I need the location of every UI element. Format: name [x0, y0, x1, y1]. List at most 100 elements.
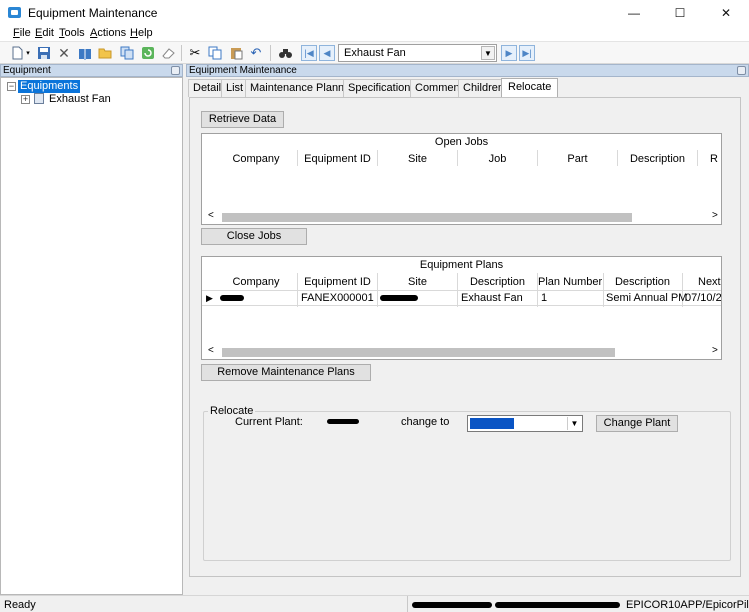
copy-clipboard-icon[interactable]: [207, 45, 223, 61]
horizontal-scrollbar[interactable]: < >: [202, 345, 721, 359]
book-icon[interactable]: [77, 45, 93, 61]
last-record-icon[interactable]: ▶|: [519, 45, 535, 61]
scroll-thumb[interactable]: [222, 213, 632, 222]
scroll-left-icon[interactable]: <: [208, 345, 214, 356]
expand-icon[interactable]: +: [21, 95, 30, 104]
current-plant-label: Current Plant:: [235, 416, 303, 428]
next-record-icon[interactable]: ▶: [501, 45, 517, 61]
chevron-down-icon[interactable]: ▼: [567, 417, 581, 430]
column-header[interactable]: Description: [604, 275, 681, 289]
scroll-right-icon[interactable]: >: [712, 210, 718, 221]
copy-icon[interactable]: [119, 45, 135, 61]
column-header[interactable]: Site: [378, 275, 457, 289]
selected-plant-value: [470, 418, 514, 429]
column-header[interactable]: Equipment ID: [298, 275, 377, 289]
tree-node-equipments[interactable]: Equipments: [18, 80, 81, 93]
pin-icon[interactable]: [737, 66, 746, 75]
record-navigator-combo[interactable]: Exhaust Fan ▼: [338, 44, 497, 62]
new-icon[interactable]: [9, 45, 25, 61]
toolbar: ▾ ✕ ✂ ↶ |◀ ◀ Exhaust Fan ▼ ▶ ▶|: [0, 42, 749, 64]
refresh-icon[interactable]: [140, 45, 156, 61]
open-jobs-title: Open Jobs: [434, 136, 489, 148]
menu-bar: File Edit Tools Actions Help: [0, 26, 749, 42]
status-server: EPICOR10APP/EpicorPilot: [626, 599, 749, 611]
menu-edit[interactable]: Edit: [35, 27, 54, 39]
binoculars-icon[interactable]: [277, 45, 293, 61]
redacted-company-info: [495, 602, 620, 608]
cut-icon[interactable]: ✂: [187, 45, 203, 61]
column-header[interactable]: Company: [216, 152, 296, 166]
window-title: Equipment Maintenance: [28, 6, 158, 20]
app-icon: [8, 7, 21, 18]
equipment-plans-grid: Equipment Plans Company Equipment ID Sit…: [201, 256, 722, 360]
toolbar-separator: [270, 45, 271, 61]
left-panel-title: Equipment: [3, 65, 51, 76]
save-icon[interactable]: [36, 45, 52, 61]
undo-icon[interactable]: ↶: [248, 45, 264, 61]
cell-plan-description: Semi Annual PM: [606, 292, 688, 304]
cell-next-date: 07/10/202: [685, 292, 722, 304]
redacted-company: [220, 295, 244, 301]
eraser-icon[interactable]: [161, 45, 177, 61]
record-navigator-value: Exhaust Fan: [344, 47, 406, 59]
status-ready: Ready: [4, 599, 36, 611]
minimize-button[interactable]: —: [611, 0, 657, 26]
column-header[interactable]: Description: [458, 275, 537, 289]
column-header[interactable]: Company: [216, 275, 296, 289]
new-dropdown-icon[interactable]: ▾: [24, 45, 32, 61]
open-jobs-grid: Open Jobs Company Equipment ID Site Job …: [201, 133, 722, 225]
equipment-plans-title: Equipment Plans: [419, 259, 504, 271]
close-jobs-button[interactable]: Close Jobs: [201, 228, 307, 245]
cell-description: Exhaust Fan: [461, 292, 523, 304]
redacted-user: [412, 602, 492, 608]
column-header[interactable]: Part: [538, 152, 617, 166]
tab-relocate[interactable]: Relocate: [501, 78, 559, 97]
column-header[interactable]: Next D: [698, 275, 721, 289]
scroll-thumb[interactable]: [222, 348, 615, 357]
title-bar: Equipment Maintenance — ☐ ✕: [0, 0, 749, 26]
menu-actions[interactable]: Actions: [90, 27, 126, 39]
column-header[interactable]: Site: [378, 152, 457, 166]
retrieve-data-button[interactable]: Retrieve Data: [201, 111, 284, 128]
equipment-icon: [34, 93, 44, 104]
cell-plan-number: 1: [541, 292, 548, 304]
redacted-current-plant: [327, 419, 359, 424]
toolbar-separator: [181, 45, 182, 61]
remove-maintenance-plans-button[interactable]: Remove Maintenance Plans: [201, 364, 371, 381]
change-plant-button[interactable]: Change Plant: [596, 415, 678, 432]
scroll-left-icon[interactable]: <: [208, 210, 214, 221]
maximize-button[interactable]: ☐: [657, 0, 703, 26]
scroll-right-icon[interactable]: >: [712, 345, 718, 356]
cell-equipment-id: FANEX000001: [301, 292, 374, 304]
column-header[interactable]: Job: [458, 152, 537, 166]
target-plant-select[interactable]: ▼: [467, 415, 583, 432]
first-record-icon[interactable]: |◀: [301, 45, 317, 61]
pin-icon[interactable]: [171, 66, 180, 75]
row-selector-icon: ▶: [206, 293, 213, 303]
menu-file[interactable]: File: [13, 27, 31, 39]
redacted-site: [380, 295, 418, 301]
change-to-label: change to: [401, 416, 450, 428]
horizontal-scrollbar[interactable]: < >: [202, 210, 721, 224]
column-header[interactable]: Description: [618, 152, 697, 166]
column-header[interactable]: Plan Number: [538, 275, 602, 289]
table-row[interactable]: ▶ FANEX000001 Exhaust Fan 1 Semi Annual …: [202, 290, 721, 306]
equipment-tree: − Equipments + Exhaust Fan: [0, 77, 183, 595]
tab-strip: Detail List Maintenance Planning Specifi…: [186, 78, 749, 97]
collapse-icon[interactable]: −: [7, 82, 16, 91]
previous-record-icon[interactable]: ◀: [319, 45, 335, 61]
chevron-down-icon[interactable]: ▼: [481, 46, 495, 60]
column-header[interactable]: Equipment ID: [298, 152, 377, 166]
right-panel-title: Equipment Maintenance: [189, 65, 297, 76]
left-panel-header: Equipment: [0, 64, 183, 77]
paste-icon[interactable]: [228, 45, 244, 61]
close-button[interactable]: ✕: [703, 0, 749, 26]
column-header[interactable]: R: [710, 152, 721, 166]
menu-help[interactable]: Help: [130, 27, 153, 39]
folder-icon[interactable]: [97, 45, 113, 61]
tree-node-exhaust-fan[interactable]: Exhaust Fan: [49, 93, 111, 105]
delete-icon[interactable]: ✕: [56, 45, 72, 61]
right-panel-header: Equipment Maintenance: [186, 64, 749, 77]
menu-tools[interactable]: Tools: [59, 27, 85, 39]
status-bar: Ready EPICOR10APP/EpicorPilot: [0, 595, 749, 612]
